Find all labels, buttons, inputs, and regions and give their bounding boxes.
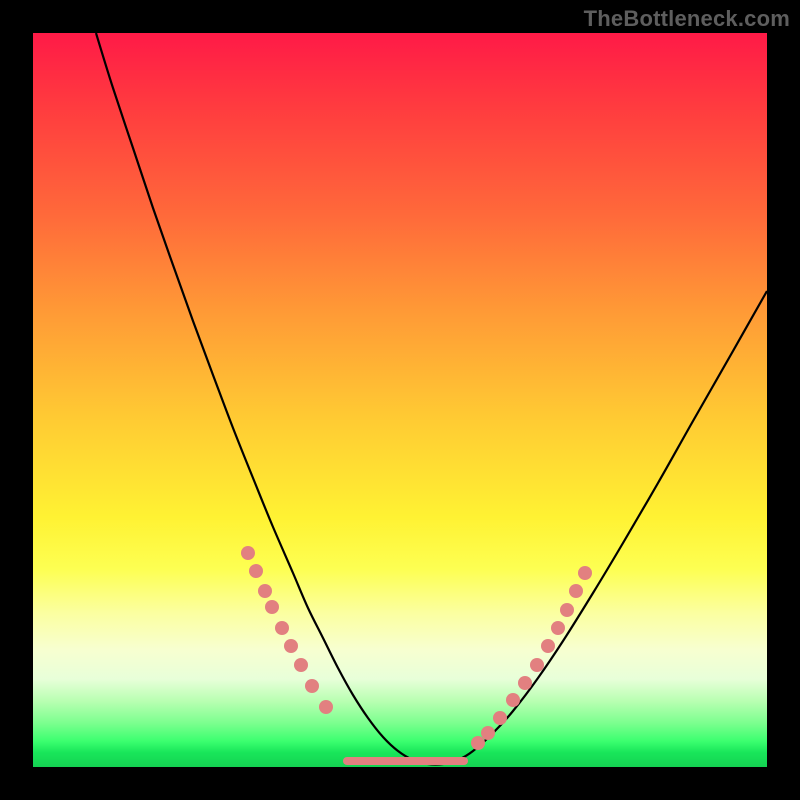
marker-dot bbox=[518, 676, 532, 690]
plot-area bbox=[33, 33, 767, 767]
marker-dot bbox=[265, 600, 279, 614]
marker-dot bbox=[471, 736, 485, 750]
chart-stage: TheBottleneck.com bbox=[0, 0, 800, 800]
marker-dot bbox=[284, 639, 298, 653]
bottleneck-curve bbox=[96, 33, 767, 765]
marker-dot bbox=[578, 566, 592, 580]
marker-dot bbox=[319, 700, 333, 714]
marker-dot bbox=[569, 584, 583, 598]
marker-dot bbox=[249, 564, 263, 578]
marker-dot bbox=[275, 621, 289, 635]
marker-dot bbox=[481, 726, 495, 740]
curve-layer bbox=[33, 33, 767, 767]
flat-band-rect bbox=[343, 757, 468, 765]
marker-dot bbox=[241, 546, 255, 560]
marker-dot bbox=[551, 621, 565, 635]
curve-path bbox=[96, 33, 767, 765]
marker-dot bbox=[493, 711, 507, 725]
marker-dot bbox=[506, 693, 520, 707]
marker-dot bbox=[294, 658, 308, 672]
watermark-text: TheBottleneck.com bbox=[584, 6, 790, 32]
marker-dot bbox=[305, 679, 319, 693]
marker-dot bbox=[541, 639, 555, 653]
marker-dot bbox=[258, 584, 272, 598]
marker-dot bbox=[530, 658, 544, 672]
marker-dots-right bbox=[471, 566, 592, 750]
marker-dot bbox=[560, 603, 574, 617]
flat-band bbox=[343, 757, 468, 765]
